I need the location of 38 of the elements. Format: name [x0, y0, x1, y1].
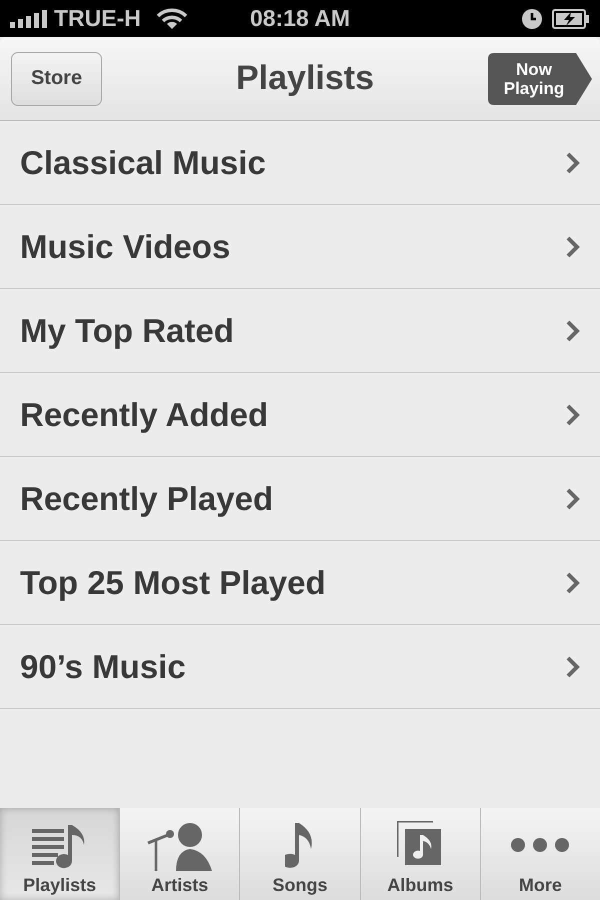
- chevron-icon: [566, 404, 580, 426]
- playlist-row[interactable]: Top 25 Most Played: [0, 541, 600, 625]
- clock-time: 08:18 AM: [250, 5, 350, 32]
- carrier-name: TRUE-H: [54, 5, 141, 32]
- tab[interactable]: Albums: [360, 808, 480, 900]
- playlist-name: Recently Played: [20, 480, 274, 518]
- playlist-row[interactable]: Recently Added: [0, 373, 600, 457]
- playlist-name: Music Videos: [20, 228, 230, 266]
- chevron-icon: [566, 488, 580, 510]
- playlist-name: 90’s Music: [20, 648, 186, 686]
- playlist-row[interactable]: My Top Rated: [0, 289, 600, 373]
- tab[interactable]: Playlists: [0, 808, 120, 900]
- singer-silhouette-icon: [146, 821, 214, 871]
- playlist-name: Recently Added: [20, 396, 268, 434]
- wifi-icon: [156, 8, 187, 30]
- playlist-row[interactable]: Recently Played: [0, 457, 600, 541]
- playlist-row[interactable]: 90’s Music: [0, 625, 600, 709]
- chevron-icon: [566, 572, 580, 594]
- chevron-icon: [566, 320, 580, 342]
- playlist-row[interactable]: Music Videos: [0, 205, 600, 289]
- more-icon: [510, 837, 570, 853]
- battery-charging-icon: [552, 8, 590, 28]
- tab[interactable]: Songs: [239, 808, 360, 900]
- tab[interactable]: Artists: [119, 808, 240, 900]
- playlist-name: Top 25 Most Played: [20, 564, 326, 602]
- music-note-icon: [285, 821, 315, 871]
- playlist-name: My Top Rated: [20, 312, 234, 350]
- chevron-icon: [566, 656, 580, 678]
- screen-title: Playlists: [236, 59, 374, 98]
- chevron-icon: [566, 236, 580, 258]
- tab[interactable]: More: [480, 808, 600, 900]
- store-button[interactable]: Store: [11, 52, 102, 106]
- now-playing-button[interactable]: Now Playing: [488, 52, 592, 104]
- alarm-clock-icon: [522, 8, 542, 28]
- signal-icon: [10, 10, 48, 28]
- chevron-icon: [566, 152, 580, 174]
- playlist-name: Classical Music: [20, 144, 266, 182]
- playlist-row[interactable]: Classical Music: [0, 121, 600, 205]
